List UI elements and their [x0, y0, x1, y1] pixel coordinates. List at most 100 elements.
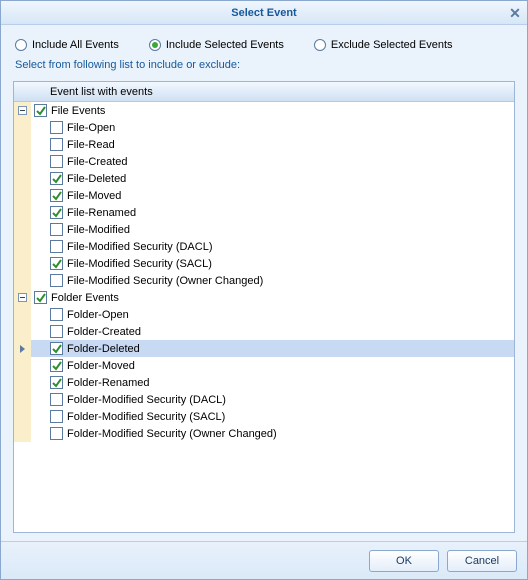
tree-gutter [14, 170, 31, 187]
radio-exclude-selected[interactable]: Exclude Selected Events [314, 39, 453, 51]
item-label: File-Deleted [67, 173, 126, 185]
tree-item-cell[interactable]: File-Open [31, 119, 514, 136]
ok-label: OK [396, 555, 412, 567]
list-header: Event list with events [14, 82, 514, 102]
tree-gutter [14, 408, 31, 425]
tree-group-cell[interactable]: File Events [31, 102, 514, 119]
select-event-dialog: Select Event ✕ Include All Events Includ… [0, 0, 528, 580]
item-label: File-Open [67, 122, 115, 134]
cancel-label: Cancel [465, 555, 499, 567]
tree-gutter [14, 272, 31, 289]
active-row-arrow-icon [20, 345, 25, 353]
radio-icon [15, 39, 27, 51]
item-label: Folder-Deleted [67, 343, 140, 355]
minus-icon [18, 293, 27, 302]
item-checkbox[interactable] [50, 121, 63, 134]
tree-item-row: File-Moved [14, 187, 514, 204]
item-label: File-Modified Security (SACL) [67, 258, 212, 270]
tree-item-cell[interactable]: File-Modified Security (DACL) [31, 238, 514, 255]
group-label: Folder Events [51, 292, 119, 304]
item-label: Folder-Modified Security (SACL) [67, 411, 225, 423]
hint-text: Select from following list to include or… [13, 59, 515, 81]
item-label: File-Moved [67, 190, 121, 202]
tree-gutter [14, 255, 31, 272]
item-checkbox[interactable] [50, 155, 63, 168]
group-checkbox[interactable] [34, 291, 47, 304]
item-checkbox[interactable] [50, 138, 63, 151]
expand-toggle[interactable] [14, 289, 31, 306]
tree-item-row: File-Modified Security (Owner Changed) [14, 272, 514, 289]
tree-gutter [14, 374, 31, 391]
item-checkbox[interactable] [50, 206, 63, 219]
item-checkbox[interactable] [50, 189, 63, 202]
item-label: File-Read [67, 139, 115, 151]
item-checkbox[interactable] [50, 342, 63, 355]
tree-gutter [14, 357, 31, 374]
item-checkbox[interactable] [50, 359, 63, 372]
group-checkbox[interactable] [34, 104, 47, 117]
item-checkbox[interactable] [50, 172, 63, 185]
item-label: Folder-Renamed [67, 377, 150, 389]
filter-mode-radios: Include All Events Include Selected Even… [13, 35, 515, 59]
event-list: Event list with events File Events File-O… [13, 81, 515, 533]
tree-item-cell[interactable]: Folder-Deleted [31, 340, 514, 357]
tree-gutter [14, 340, 31, 357]
tree-item-cell[interactable]: Folder-Moved [31, 357, 514, 374]
radio-include-selected[interactable]: Include Selected Events [149, 39, 284, 51]
item-checkbox[interactable] [50, 376, 63, 389]
tree-item-row: File-Deleted [14, 170, 514, 187]
tree-item-cell[interactable]: Folder-Renamed [31, 374, 514, 391]
tree-item-cell[interactable]: Folder-Modified Security (SACL) [31, 408, 514, 425]
close-icon: ✕ [509, 6, 521, 20]
item-checkbox[interactable] [50, 274, 63, 287]
tree-item-cell[interactable]: File-Moved [31, 187, 514, 204]
tree-item-cell[interactable]: Folder-Created [31, 323, 514, 340]
item-label: File-Renamed [67, 207, 136, 219]
cancel-button[interactable]: Cancel [447, 550, 517, 572]
tree-item-cell[interactable]: File-Modified Security (Owner Changed) [31, 272, 514, 289]
item-label: File-Created [67, 156, 128, 168]
item-label: File-Modified Security (Owner Changed) [67, 275, 263, 287]
tree-gutter [14, 221, 31, 238]
item-checkbox[interactable] [50, 410, 63, 423]
list-header-label: Event list with events [50, 86, 153, 98]
tree-item-cell[interactable]: Folder-Modified Security (DACL) [31, 391, 514, 408]
tree-item-row: Folder-Renamed [14, 374, 514, 391]
item-checkbox[interactable] [50, 393, 63, 406]
event-tree[interactable]: File Events File-Open File-Read File-Create… [14, 102, 514, 532]
item-checkbox[interactable] [50, 308, 63, 321]
tree-item-row: File-Modified Security (SACL) [14, 255, 514, 272]
radio-label: Include All Events [32, 39, 119, 51]
item-checkbox[interactable] [50, 257, 63, 270]
item-label: Folder-Created [67, 326, 141, 338]
radio-include-all[interactable]: Include All Events [15, 39, 119, 51]
tree-gutter [14, 425, 31, 442]
tree-item-cell[interactable]: Folder-Modified Security (Owner Changed) [31, 425, 514, 442]
titlebar: Select Event ✕ [1, 1, 527, 25]
ok-button[interactable]: OK [369, 550, 439, 572]
radio-icon [149, 39, 161, 51]
expand-toggle[interactable] [14, 102, 31, 119]
tree-item-row: File-Read [14, 136, 514, 153]
tree-item-cell[interactable]: File-Renamed [31, 204, 514, 221]
item-checkbox[interactable] [50, 223, 63, 236]
close-button[interactable]: ✕ [507, 5, 523, 21]
tree-gutter [14, 187, 31, 204]
tree-group-row: Folder Events [14, 289, 514, 306]
tree-item-row: Folder-Modified Security (Owner Changed) [14, 425, 514, 442]
tree-item-cell[interactable]: File-Modified [31, 221, 514, 238]
tree-item-cell[interactable]: File-Read [31, 136, 514, 153]
tree-item-cell[interactable]: Folder-Open [31, 306, 514, 323]
item-checkbox[interactable] [50, 240, 63, 253]
item-checkbox[interactable] [50, 325, 63, 338]
radio-label: Exclude Selected Events [331, 39, 453, 51]
dialog-body: Include All Events Include Selected Even… [1, 25, 527, 541]
tree-gutter [14, 323, 31, 340]
tree-item-cell[interactable]: File-Created [31, 153, 514, 170]
tree-group-cell[interactable]: Folder Events [31, 289, 514, 306]
tree-item-cell[interactable]: File-Modified Security (SACL) [31, 255, 514, 272]
tree-gutter [14, 391, 31, 408]
item-checkbox[interactable] [50, 427, 63, 440]
tree-item-cell[interactable]: File-Deleted [31, 170, 514, 187]
tree-gutter [14, 306, 31, 323]
